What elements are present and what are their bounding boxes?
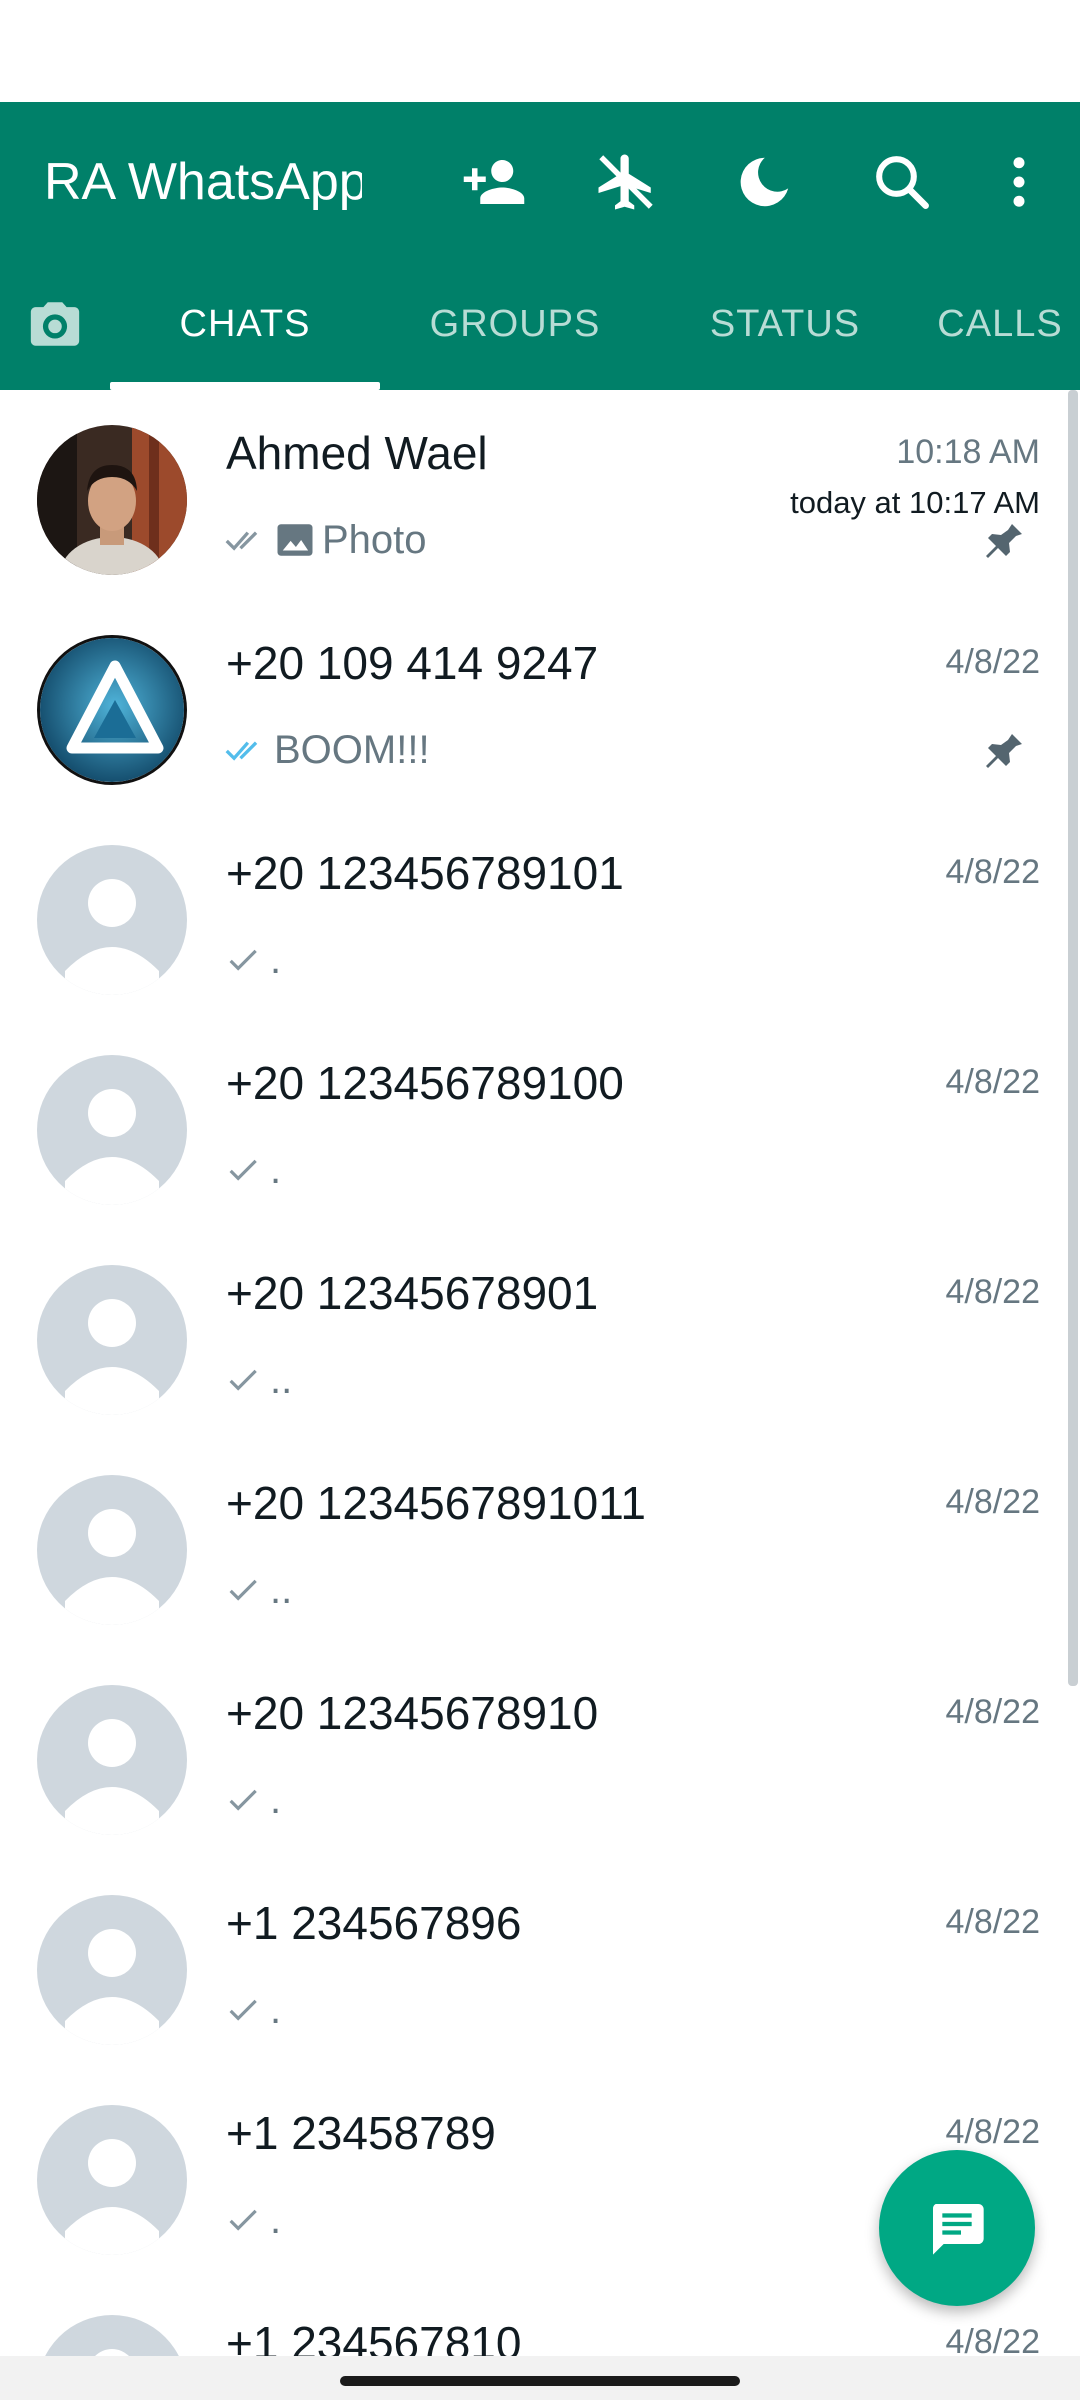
chat-time: 4/8/22 <box>945 1273 1040 1311</box>
app-bar: RA WhatsApp CHATS GROUPS STATUS CALLS <box>0 102 1080 390</box>
chat-preview: . <box>224 1980 281 2040</box>
chat-preview: .. <box>224 1350 292 1410</box>
chat-name: +20 123456789100 <box>226 1057 624 1109</box>
home-handle[interactable] <box>340 2376 740 2386</box>
double-tick-icon <box>225 531 258 551</box>
add-contact-icon[interactable] <box>450 138 538 226</box>
default-avatar[interactable] <box>37 2315 187 2356</box>
single-tick-icon <box>229 1369 257 1391</box>
chat-row[interactable]: +20 123456789100 4/8/22 . <box>0 1020 1080 1230</box>
chat-name: +20 12345678910 <box>226 1687 599 1739</box>
chat-name: +20 123456789101 <box>226 847 624 899</box>
airplane-mode-icon[interactable] <box>582 138 670 226</box>
chat-preview-text: Photo <box>322 517 427 562</box>
default-avatar[interactable] <box>37 845 187 995</box>
avatar[interactable] <box>37 425 187 575</box>
chat-preview: . <box>224 2190 281 2250</box>
chat-time: 4/8/22 <box>945 1693 1040 1731</box>
last-seen: today at 10:17 AM <box>790 485 1040 520</box>
single-tick-icon <box>229 1579 257 1601</box>
chat-row[interactable]: +1 234567896 4/8/22 . <box>0 1860 1080 2070</box>
single-tick-icon <box>229 1789 257 1811</box>
chat-preview-text: . <box>270 2197 282 2242</box>
chat-time: 4/8/22 <box>945 1063 1040 1101</box>
chat-time: 4/8/22 <box>945 1483 1040 1521</box>
chat-preview-text: . <box>270 1147 282 1192</box>
chat-row[interactable]: +20 12345678910 4/8/22 . <box>0 1650 1080 1860</box>
chat-time: 4/8/22 <box>945 853 1040 891</box>
default-avatar[interactable] <box>37 1685 187 1835</box>
photo-icon <box>277 524 313 556</box>
tab-bar: CHATS GROUPS STATUS CALLS <box>0 258 1080 390</box>
chat-name: Ahmed Wael <box>226 427 488 479</box>
toolbar: RA WhatsApp <box>0 102 1080 258</box>
chat-preview: BOOM!!! <box>224 720 430 780</box>
chat-row[interactable]: +20 109 414 9247 4/8/22 BOOM!!! <box>0 600 1080 810</box>
default-avatar[interactable] <box>37 1265 187 1415</box>
chat-row[interactable]: Ahmed Wael 10:18 AM today at 10:17 AM Ph… <box>0 390 1080 600</box>
avatar[interactable] <box>37 635 187 785</box>
chat-preview-text: .. <box>270 1357 293 1402</box>
search-icon[interactable] <box>858 138 946 226</box>
chat-preview-text: BOOM!!! <box>274 727 430 772</box>
chat-row[interactable]: +20 12345678901 4/8/22 .. <box>0 1230 1080 1440</box>
single-tick-icon <box>229 1999 257 2021</box>
new-chat-button[interactable] <box>879 2150 1035 2306</box>
chat-time: 4/8/22 <box>945 643 1040 681</box>
new-chat-icon <box>932 2204 984 2255</box>
chat-name: +20 12345678901 <box>226 1267 599 1319</box>
chat-preview: Photo <box>224 510 427 570</box>
tab-calls[interactable]: CALLS <box>920 258 1080 390</box>
default-avatar[interactable] <box>37 2105 187 2255</box>
chat-row[interactable]: +20 1234567891011 4/8/22 .. <box>0 1440 1080 1650</box>
tab-status[interactable]: STATUS <box>650 258 920 390</box>
chat-name: +1 23458789 <box>226 2107 496 2159</box>
pin-icon <box>986 524 1022 558</box>
chat-preview-text: . <box>270 1987 282 2032</box>
single-tick-icon <box>229 1159 257 1181</box>
app-title: RA WhatsApp <box>44 153 362 211</box>
chat-name: +20 109 414 9247 <box>226 637 599 689</box>
chat-time: 10:18 AM <box>896 433 1040 471</box>
navigation-bar <box>0 2356 1080 2400</box>
tab-indicator <box>110 382 380 390</box>
chat-preview-text: . <box>270 1777 282 1822</box>
more-options-icon[interactable] <box>975 138 1063 226</box>
double-tick-icon <box>225 741 258 761</box>
pin-icon <box>986 734 1022 768</box>
default-avatar[interactable] <box>37 1055 187 1205</box>
camera-tab[interactable] <box>0 258 110 390</box>
chat-time: 4/8/22 <box>945 2113 1040 2151</box>
camera-icon <box>30 302 80 346</box>
single-tick-icon <box>229 949 257 971</box>
tab-groups[interactable]: GROUPS <box>380 258 650 390</box>
chat-preview: . <box>224 930 281 990</box>
chat-list: Ahmed Wael 10:18 AM today at 10:17 AM Ph… <box>0 390 1080 2356</box>
chat-preview-text: . <box>270 937 282 982</box>
chat-preview-text: .. <box>270 1567 293 1612</box>
chat-name: +20 1234567891011 <box>226 1477 646 1529</box>
dark-mode-icon[interactable] <box>720 138 808 226</box>
default-avatar[interactable] <box>37 1895 187 2045</box>
status-bar <box>0 0 1080 102</box>
chat-name: +1 234567896 <box>226 1897 522 1949</box>
chat-name: +1 234567810 <box>226 2317 522 2356</box>
scrollbar[interactable] <box>1068 390 1078 1686</box>
chat-preview: . <box>224 1140 281 1200</box>
chat-time: 4/8/22 <box>945 1903 1040 1941</box>
chat-preview: . <box>224 1770 281 1830</box>
chat-preview: .. <box>224 1560 292 1620</box>
chat-row[interactable]: +20 123456789101 4/8/22 . <box>0 810 1080 1020</box>
chat-time: 4/8/22 <box>945 2323 1040 2356</box>
single-tick-icon <box>229 2209 257 2231</box>
tab-chats[interactable]: CHATS <box>110 258 380 390</box>
default-avatar[interactable] <box>37 1475 187 1625</box>
